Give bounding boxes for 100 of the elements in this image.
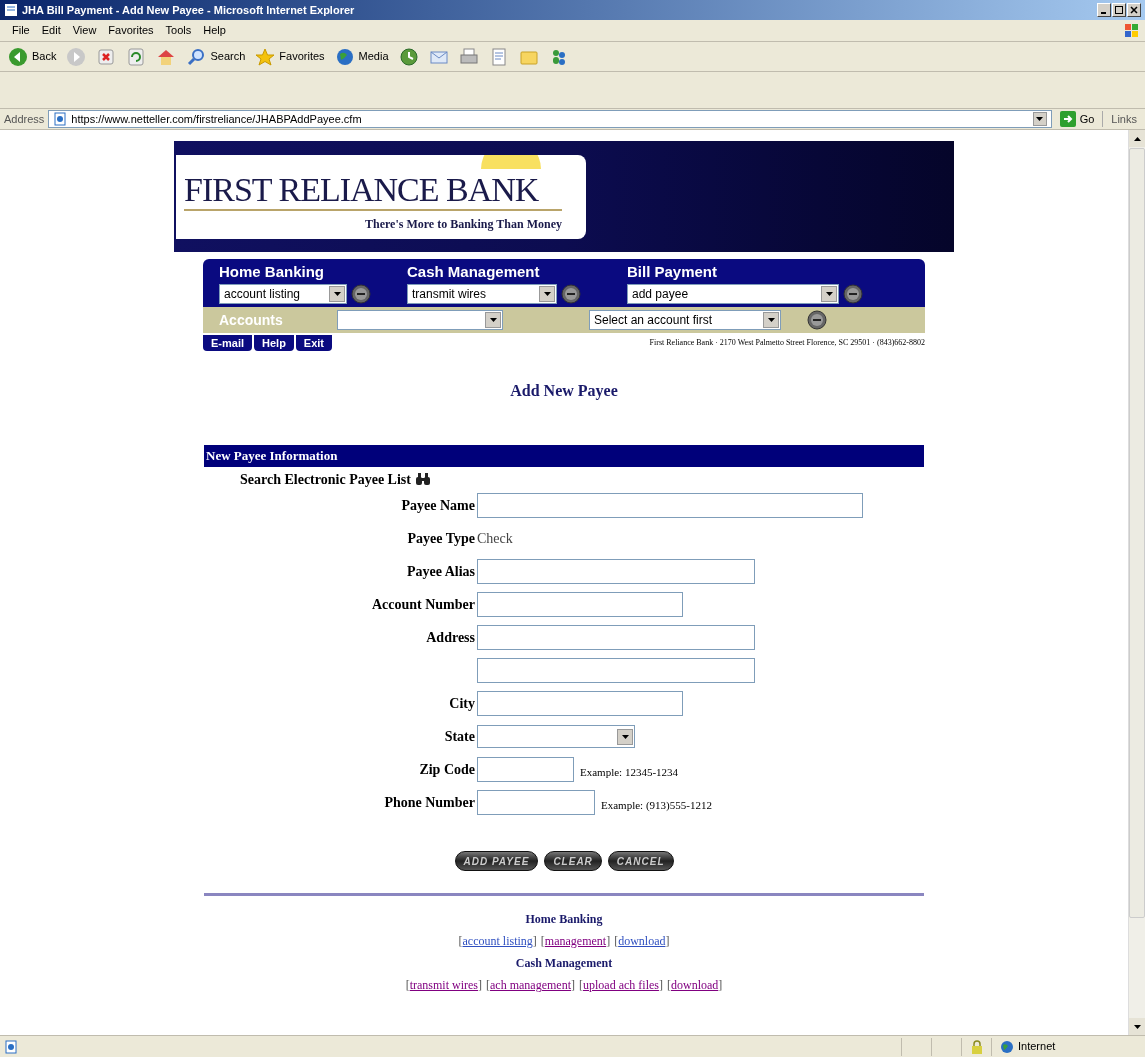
account-action-select[interactable]: Select an account first — [589, 310, 781, 330]
footer-link[interactable]: management — [544, 932, 607, 950]
go-round-icon — [351, 284, 371, 304]
footer-link[interactable]: upload ach files — [583, 976, 659, 994]
field-label: Address — [426, 629, 475, 647]
form-button[interactable]: ADD PAYEE — [454, 851, 539, 871]
nav-group-title: Home Banking — [219, 263, 325, 281]
text-input-field[interactable] — [477, 790, 595, 815]
dropdown-arrow-icon — [825, 292, 833, 296]
page-icon — [4, 1039, 18, 1054]
globe-icon — [1000, 1039, 1014, 1054]
footer-link[interactable]: transmit wires — [409, 976, 478, 994]
minimize-button[interactable] — [1097, 3, 1111, 17]
text-input-field[interactable] — [477, 493, 863, 518]
form-button[interactable]: CANCEL — [607, 851, 674, 871]
bank-address: First Reliance Bank · 2170 West Palmetto Street Florence, SC 29501 · (843)662-8802 — [648, 337, 925, 349]
toolbar-button[interactable]: Search — [186, 46, 246, 67]
form-button[interactable]: CLEAR — [544, 851, 602, 871]
nav-link-button[interactable]: Exit — [295, 335, 333, 351]
bracket-text: ] — [571, 977, 575, 994]
dropdown-arrow-icon — [767, 318, 775, 322]
dropdown-arrow-icon — [621, 734, 629, 739]
bank-tagline: There's More to Banking Than Money — [364, 215, 562, 233]
text-input-field[interactable] — [477, 592, 683, 617]
bracket-text: [ — [458, 933, 463, 950]
go-round-icon — [561, 284, 581, 304]
toolbar-button[interactable]: Favorites — [255, 46, 325, 67]
field-label: Payee Type — [407, 530, 475, 548]
bracket-text: [ — [579, 977, 583, 994]
payee-type-value: Check — [477, 530, 513, 548]
field-label: State — [444, 728, 475, 746]
menu-item[interactable]: Edit — [41, 22, 61, 39]
footer-link[interactable]: download — [618, 932, 666, 950]
security-zone: Internet — [1018, 1039, 1056, 1055]
window-title: JHA Bill Payment - Add New Payee - Microsoft Internet Explorer — [22, 2, 356, 18]
close-icon — [1130, 6, 1138, 14]
printer-icon — [458, 46, 479, 67]
nav-link-button[interactable]: Help — [254, 335, 294, 351]
address-label: Address — [4, 111, 45, 127]
footer-link[interactable]: ach management — [490, 976, 571, 994]
nav-select[interactable]: add payee — [627, 284, 839, 304]
bracket-text: ] — [478, 977, 482, 994]
section-header: New Payee Information — [204, 445, 924, 467]
bracket-text: ] — [532, 933, 537, 950]
state-select[interactable] — [477, 725, 635, 748]
go-round-icon — [807, 310, 827, 330]
accounts-label: Accounts — [219, 310, 284, 330]
bracket-text: [ — [614, 933, 619, 950]
bracket-text: [ — [540, 933, 545, 950]
bracket-text: ] — [718, 977, 723, 994]
browser-icon — [4, 3, 18, 17]
clock-icon — [398, 46, 419, 67]
maximize-button[interactable] — [1112, 3, 1126, 17]
toolbar-button[interactable]: Media — [334, 46, 389, 67]
toolbar-button[interactable]: Back — [8, 46, 57, 67]
page-title: Add New Payee — [510, 381, 618, 402]
toolbar-button[interactable] — [398, 46, 419, 67]
close-button[interactable] — [1127, 3, 1141, 17]
example-hint: Example: (913)555-1212 — [601, 798, 712, 814]
field-label: Payee Name — [401, 497, 475, 515]
accounts-select[interactable] — [337, 310, 503, 330]
text-input-field[interactable] — [477, 625, 755, 650]
bracket-text: ] — [606, 933, 611, 950]
vertical-scrollbar[interactable] — [1128, 130, 1145, 1035]
menu-item[interactable]: Help — [203, 22, 226, 39]
footer-heading: Home Banking — [525, 911, 603, 928]
dropdown-arrow-icon — [333, 292, 341, 296]
links-button[interactable]: Links — [1102, 110, 1141, 128]
go-button[interactable]: Go — [1055, 110, 1099, 128]
field-label: Account Number — [371, 596, 475, 614]
bank-name: FIRST RELIANCE BANK — [184, 170, 540, 209]
nav-select[interactable]: transmit wires — [407, 284, 557, 304]
star-icon — [255, 46, 276, 67]
field-label: Zip Code — [419, 761, 475, 779]
binoculars-icon[interactable] — [414, 472, 431, 486]
dropdown-arrow-icon — [1036, 117, 1044, 121]
menu-item[interactable]: View — [72, 22, 97, 39]
windows-flag-icon — [1123, 21, 1141, 40]
nav-select[interactable]: account listing — [219, 284, 347, 304]
menu-item[interactable]: File — [12, 22, 30, 39]
menu-item[interactable]: Favorites — [108, 22, 154, 39]
field-label: Payee Alias — [406, 563, 475, 581]
address-field[interactable]: https://www.netteller.com/firstreliance/JHABPAddPayee.cfm — [48, 110, 1052, 128]
menu-item[interactable]: Tools — [165, 22, 192, 39]
text-input-field[interactable] — [477, 559, 755, 584]
go-round-icon — [843, 284, 863, 304]
toolbar-button[interactable] — [126, 46, 147, 67]
nav-link-button[interactable]: E-mail — [203, 335, 252, 351]
bracket-text: [ — [666, 977, 671, 994]
footer-link[interactable]: account listing — [462, 932, 533, 950]
text-input-field[interactable] — [477, 658, 755, 683]
toolbar-button[interactable] — [96, 46, 117, 67]
bracket-text: [ — [405, 977, 410, 994]
text-input-field[interactable] — [477, 757, 574, 782]
dropdown-arrow-icon — [543, 292, 551, 296]
maximize-icon — [1115, 6, 1123, 14]
nav-group-title: Bill Payment — [627, 263, 719, 281]
toolbar-button[interactable] — [458, 46, 479, 67]
text-input-field[interactable] — [477, 691, 683, 716]
field-label: City — [449, 695, 475, 713]
